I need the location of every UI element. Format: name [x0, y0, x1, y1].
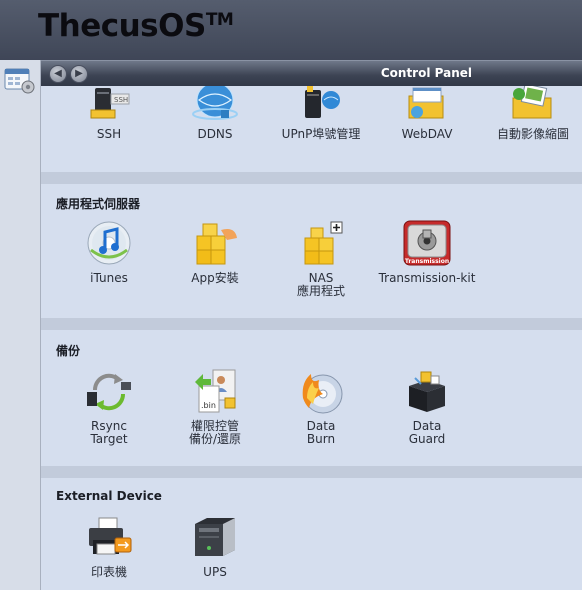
rsync-icon	[87, 373, 131, 411]
ssh-icon: SSH	[90, 88, 130, 119]
item-app-install-label: App安裝	[191, 271, 239, 285]
app-install-icon	[196, 223, 237, 265]
brand-name: ThecusOS	[38, 8, 206, 44]
printer-icon	[89, 517, 132, 555]
item-data-burn-label-2: Burn	[306, 432, 336, 446]
item-ssh-label: SSH	[96, 127, 122, 141]
item-auto-thumbnail-label: 自動影像縮圖	[496, 127, 569, 141]
item-printer-label: 印表機	[90, 565, 127, 579]
webdav-icon	[408, 87, 444, 119]
item-ddns-label: DDNS	[197, 127, 233, 141]
acl-backup-icon: .bin	[195, 369, 236, 413]
itunes-icon	[87, 221, 131, 265]
svg-text:.bin: .bin	[201, 401, 216, 410]
section-divider	[41, 318, 582, 330]
item-ups[interactable]: UPS	[163, 514, 267, 579]
item-auto-thumbnail[interactable]: 自動影像縮圖	[481, 86, 582, 141]
section-divider	[41, 466, 582, 478]
item-nas-app-label-2: 應用程式	[296, 284, 345, 298]
section-divider	[41, 172, 582, 184]
upnp-port-icon	[305, 86, 340, 118]
brand-trademark: TM	[205, 10, 234, 30]
left-rail	[0, 60, 41, 590]
control-panel-content: SSH SSH DDNS UPnP埠號管理 WebDAV 自動影像縮圖 應用程式…	[41, 86, 582, 590]
item-itunes-label: iTunes	[90, 271, 128, 285]
item-acl-backup-label-2: 備份/還原	[188, 432, 242, 446]
item-upnp[interactable]: UPnP埠號管理	[269, 86, 373, 141]
control-panel-titlebar: ◀ ▶ Control Panel	[41, 60, 582, 87]
svg-text:SSH: SSH	[114, 96, 128, 104]
item-data-burn[interactable]: Data Burn	[269, 368, 373, 446]
ups-icon	[195, 518, 235, 556]
section-title-backup: 備份	[56, 344, 81, 358]
item-rsync-label-2: Target	[90, 432, 128, 446]
back-button[interactable]: ◀	[49, 65, 67, 83]
auto-thumbnail-icon	[512, 86, 552, 119]
item-webdav[interactable]: WebDAV	[375, 86, 479, 141]
item-data-guard-label-2: Guard	[408, 432, 446, 446]
data-guard-icon	[409, 371, 445, 412]
top-header: ThecusOSTM	[0, 0, 582, 61]
item-rsync-target[interactable]: Rsync Target	[57, 368, 161, 446]
svg-text:Transmission: Transmission	[405, 258, 449, 265]
item-printer[interactable]: 印表機	[57, 514, 161, 579]
item-ups-label: UPS	[203, 565, 227, 579]
item-acl-backup[interactable]: .bin 權限控管 備份/還原	[163, 368, 267, 446]
item-app-install[interactable]: App安裝	[163, 220, 267, 285]
transmission-icon: Transmission	[403, 220, 451, 266]
ddns-icon	[192, 86, 238, 120]
item-nas-app[interactable]: NAS 應用程式	[269, 220, 373, 298]
section-title-app-server: 應用程式伺服器	[56, 197, 141, 211]
brand-logo: ThecusOSTM	[38, 8, 234, 44]
item-itunes[interactable]: iTunes	[57, 220, 161, 285]
forward-button[interactable]: ▶	[70, 65, 88, 83]
data-burn-icon	[302, 374, 343, 414]
section-title-external-device: External Device	[56, 489, 162, 503]
panel-title: Control Panel	[380, 66, 472, 80]
item-data-guard[interactable]: Data Guard	[375, 368, 479, 446]
nas-app-icon	[304, 221, 343, 265]
item-upnp-label: UPnP埠號管理	[281, 127, 361, 141]
item-webdav-label: WebDAV	[401, 127, 453, 141]
item-transmission[interactable]: Transmission Transmission-kit	[375, 220, 479, 285]
control-panel-launcher-icon[interactable]	[4, 66, 36, 94]
item-transmission-label: Transmission-kit	[378, 271, 476, 285]
item-ssh[interactable]: SSH SSH	[57, 86, 161, 141]
item-ddns[interactable]: DDNS	[163, 86, 267, 141]
